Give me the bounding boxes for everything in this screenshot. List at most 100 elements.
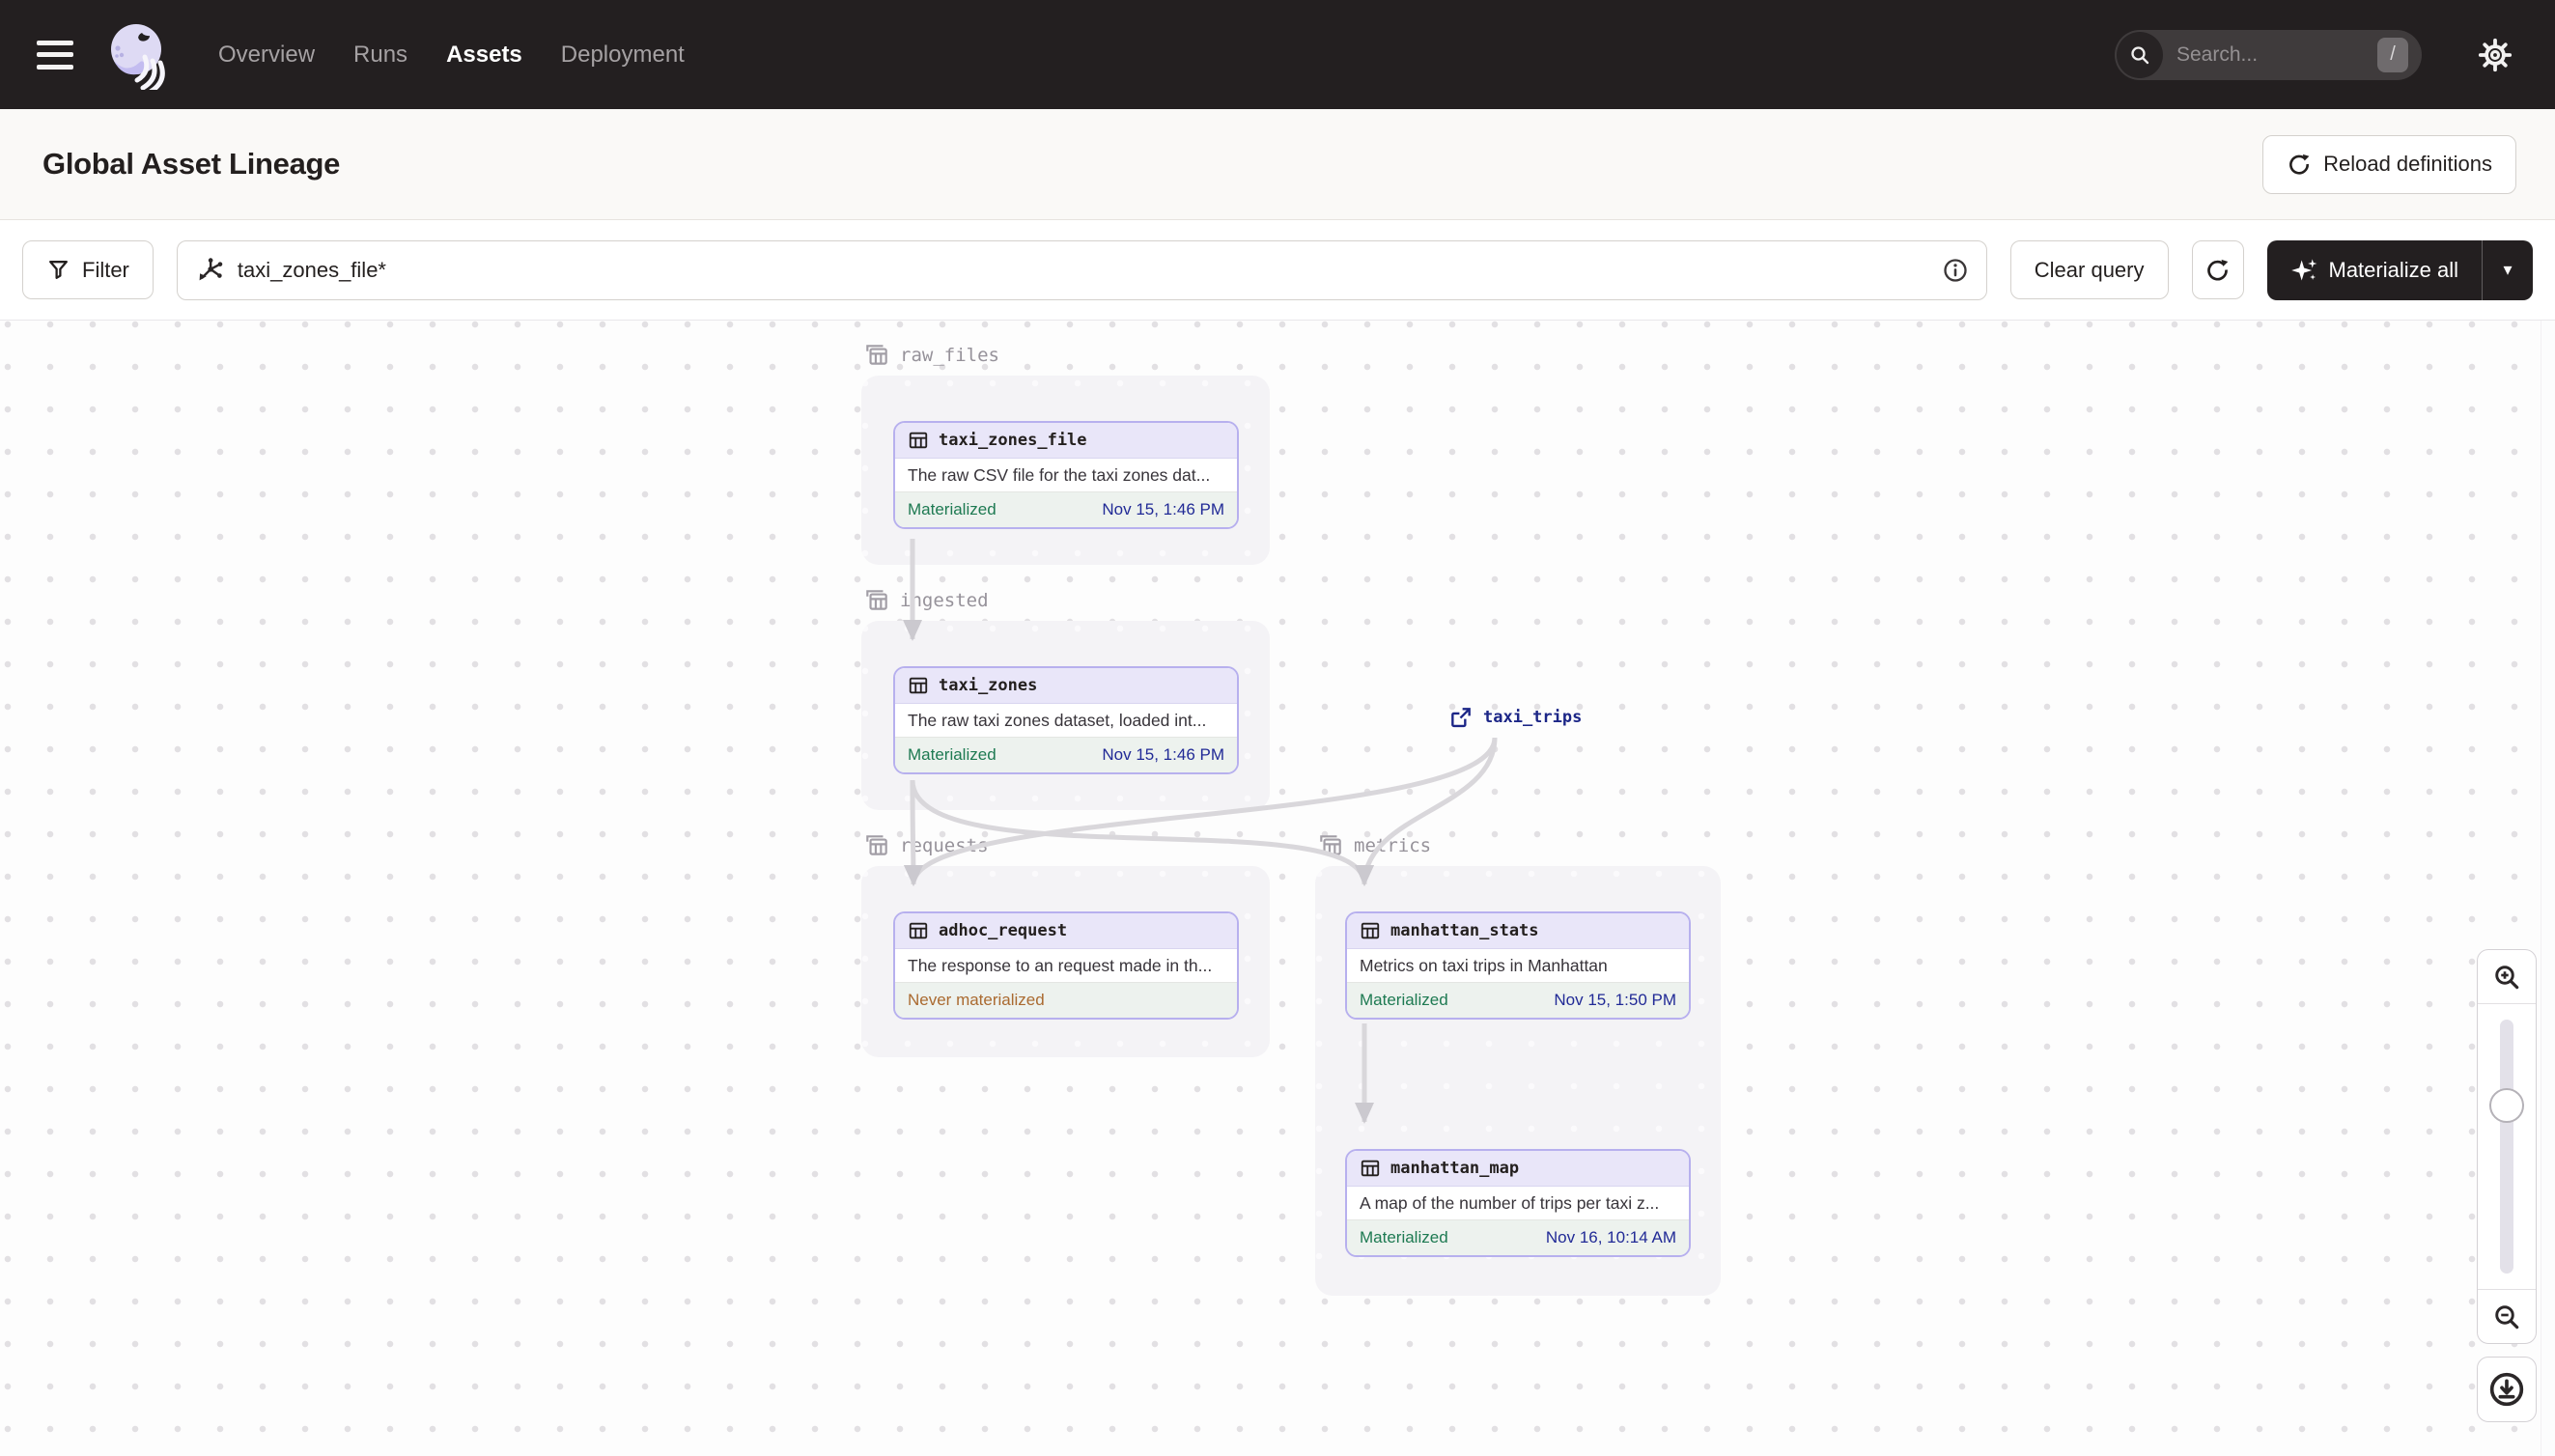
lineage-toolbar: Filter Clear query (0, 220, 2555, 321)
asset-group-icon (866, 345, 887, 365)
nav-link-runs[interactable]: Runs (348, 34, 413, 76)
group-name: metrics (1354, 835, 1432, 856)
search-icon (2117, 31, 2163, 78)
zoom-out-icon (2495, 1304, 2519, 1329)
slash-shortcut-badge: / (2377, 37, 2408, 72)
asset-node-header: manhattan_map (1347, 1151, 1689, 1187)
external-asset-name: taxi_trips (1483, 708, 1583, 727)
asset-footer: Materialized Nov 15, 1:46 PM (895, 492, 1237, 527)
table-icon (1361, 1160, 1380, 1177)
refresh-icon (2207, 259, 2229, 281)
page-title: Global Asset Lineage (42, 147, 341, 181)
reload-definitions-button[interactable]: Reload definitions (2262, 134, 2516, 194)
dagster-logo[interactable] (106, 20, 170, 90)
filter-button[interactable]: Filter (22, 240, 154, 299)
status-label: Materialized (1360, 1228, 1448, 1246)
asset-node-manhattan_stats[interactable]: manhattan_stats Metrics on taxi trips in… (1345, 911, 1691, 1020)
group-label-ingested[interactable]: ingested (863, 587, 989, 614)
asset-node-manhattan_map[interactable]: manhattan_map A map of the number of tri… (1345, 1149, 1691, 1257)
group-label-requests[interactable]: requests (863, 832, 989, 859)
nav-link-deployment[interactable]: Deployment (555, 34, 690, 76)
zoom-slider-thumb[interactable] (2489, 1088, 2524, 1123)
timestamp: Nov 15, 1:46 PM (1102, 745, 1224, 764)
group-name: ingested (900, 590, 989, 611)
asset-description: The response to an request made in th... (895, 949, 1237, 983)
asset-node-header: adhoc_request (895, 913, 1237, 949)
clear-query-button[interactable]: Clear query (2009, 240, 2169, 299)
table-icon (909, 432, 928, 449)
top-nav: Overview Runs Assets Deployment / (0, 0, 2555, 109)
reload-definitions-label: Reload definitions (2323, 152, 2492, 176)
group-label-raw_files[interactable]: raw_files (863, 342, 999, 369)
gear-icon[interactable] (2476, 36, 2514, 74)
asset-node-header: taxi_zones_file (895, 423, 1237, 459)
asset-group-icon (866, 835, 887, 855)
asset-group-icon (1320, 835, 1341, 855)
caret-down-icon: ▾ (2503, 260, 2513, 279)
asset-name: manhattan_stats (1390, 921, 1539, 940)
asset-node-header: manhattan_stats (1347, 913, 1689, 949)
materialize-options-caret[interactable]: ▾ (2483, 240, 2533, 300)
clear-query-label: Clear query (2034, 257, 2145, 282)
group-name: requests (900, 835, 989, 856)
group-label-metrics[interactable]: metrics (1317, 832, 1431, 859)
menu-icon[interactable] (37, 40, 73, 70)
asset-name: manhattan_map (1390, 1159, 1520, 1178)
asset-description: The raw CSV file for the taxi zones dat.… (895, 459, 1237, 492)
download-icon (2489, 1372, 2524, 1407)
zoom-slider-track[interactable] (2500, 1020, 2513, 1274)
zoom-slider[interactable] (2478, 1004, 2536, 1289)
lineage-query-icon (199, 257, 223, 280)
asset-group-icon (866, 590, 887, 610)
search-box[interactable]: / (2115, 29, 2422, 80)
timestamp: Nov 15, 1:46 PM (1102, 500, 1224, 518)
asset-description: The raw taxi zones dataset, loaded int..… (895, 704, 1237, 738)
scrollbar-gutter (2541, 321, 2555, 1456)
filter-icon (49, 261, 68, 279)
asset-footer: Materialized Nov 15, 1:46 PM (895, 738, 1237, 772)
materialize-all-label: Materialize all (2328, 257, 2459, 282)
timestamp: Nov 16, 10:14 AM (1545, 1228, 1676, 1246)
asset-name: taxi_zones (939, 676, 1038, 695)
lineage-canvas[interactable]: raw_files ingested requests metrics taxi… (0, 321, 2555, 1456)
table-icon (909, 677, 928, 694)
status-label: Never materialized (908, 991, 1045, 1009)
status-label: Materialized (908, 500, 997, 518)
info-icon[interactable] (1942, 257, 1969, 284)
nav-link-assets[interactable]: Assets (440, 34, 528, 76)
asset-node-taxi_zones_file[interactable]: taxi_zones_file The raw CSV file for the… (893, 421, 1239, 529)
timestamp: Nov 15, 1:50 PM (1554, 991, 1676, 1009)
refresh-button[interactable] (2191, 240, 2244, 299)
asset-footer: Materialized Nov 15, 1:50 PM (1347, 983, 1689, 1018)
asset-footer: Never materialized (895, 983, 1237, 1018)
sparkle-icon (2290, 258, 2316, 280)
status-label: Materialized (1360, 991, 1448, 1009)
asset-node-taxi_zones[interactable]: taxi_zones The raw taxi zones dataset, l… (893, 666, 1239, 774)
page-header: Global Asset Lineage Reload definitions (0, 109, 2555, 220)
group-name: raw_files (900, 345, 999, 366)
materialize-all-split-button: Materialize all ▾ (2266, 239, 2533, 300)
asset-footer: Materialized Nov 16, 10:14 AM (1347, 1220, 1689, 1255)
search-input[interactable] (2176, 42, 2377, 67)
asset-name: taxi_zones_file (939, 431, 1087, 450)
lineage-edges (903, 539, 1498, 1124)
zoom-out-button[interactable] (2478, 1289, 2536, 1343)
asset-name: adhoc_request (939, 921, 1068, 940)
table-icon (1361, 922, 1380, 939)
asset-description: A map of the number of trips per taxi z.… (1347, 1187, 1689, 1220)
status-label: Materialized (908, 745, 997, 764)
asset-query-input-box[interactable] (176, 239, 1987, 300)
zoom-controls (2477, 949, 2537, 1344)
asset-query-input[interactable] (237, 257, 1928, 283)
external-link-icon (1451, 708, 1471, 728)
zoom-in-button[interactable] (2478, 950, 2536, 1004)
materialize-all-button[interactable]: Materialize all (2267, 240, 2483, 300)
reload-icon (2289, 154, 2310, 175)
asset-node-adhoc_request[interactable]: adhoc_request The response to an request… (893, 911, 1239, 1020)
nav-link-overview[interactable]: Overview (212, 34, 321, 76)
external-asset-taxi_trips[interactable]: taxi_trips (1448, 705, 1582, 730)
download-image-button[interactable] (2477, 1357, 2537, 1422)
asset-description: Metrics on taxi trips in Manhattan (1347, 949, 1689, 983)
filter-label: Filter (82, 257, 129, 282)
primary-nav: Overview Runs Assets Deployment (212, 34, 690, 76)
